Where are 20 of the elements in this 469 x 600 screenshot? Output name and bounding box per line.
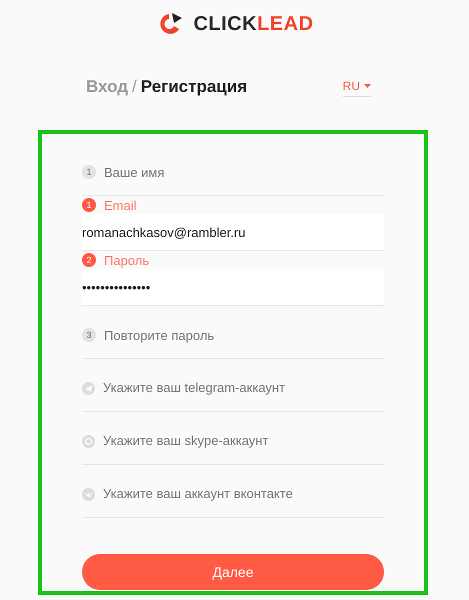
paper-plane-icon — [82, 382, 95, 395]
logo-text: CLICKLEAD — [193, 12, 314, 37]
field-label: Пароль — [104, 252, 150, 270]
letters-icon — [82, 488, 95, 500]
input-field[interactable]: Укажите ваш skype-аккаунт — [103, 431, 384, 451]
input-field[interactable]: Укажите ваш аккаунт вконтакте — [103, 484, 384, 504]
step-number: 1 — [82, 165, 96, 180]
step-number: 3 — [82, 328, 96, 342]
ring-icon — [82, 434, 95, 448]
input-field[interactable]: Ваше имя — [104, 162, 384, 182]
input-field[interactable]: Укажите ваш telegram-аккаунт — [103, 378, 384, 398]
input-field[interactable]: ••••••••••••••• — [82, 269, 384, 306]
field-label: Email — [104, 196, 137, 215]
step-number: 2 — [82, 253, 96, 268]
step-number: 1 — [82, 198, 96, 212]
separator: / — [132, 76, 137, 98]
input-field[interactable]: Повторите пароль — [104, 326, 384, 346]
caret-icon — [364, 84, 371, 88]
input-field[interactable]: romanachkasov@rambler.ru — [82, 214, 384, 252]
register-link[interactable]: Регистрация — [140, 74, 248, 100]
